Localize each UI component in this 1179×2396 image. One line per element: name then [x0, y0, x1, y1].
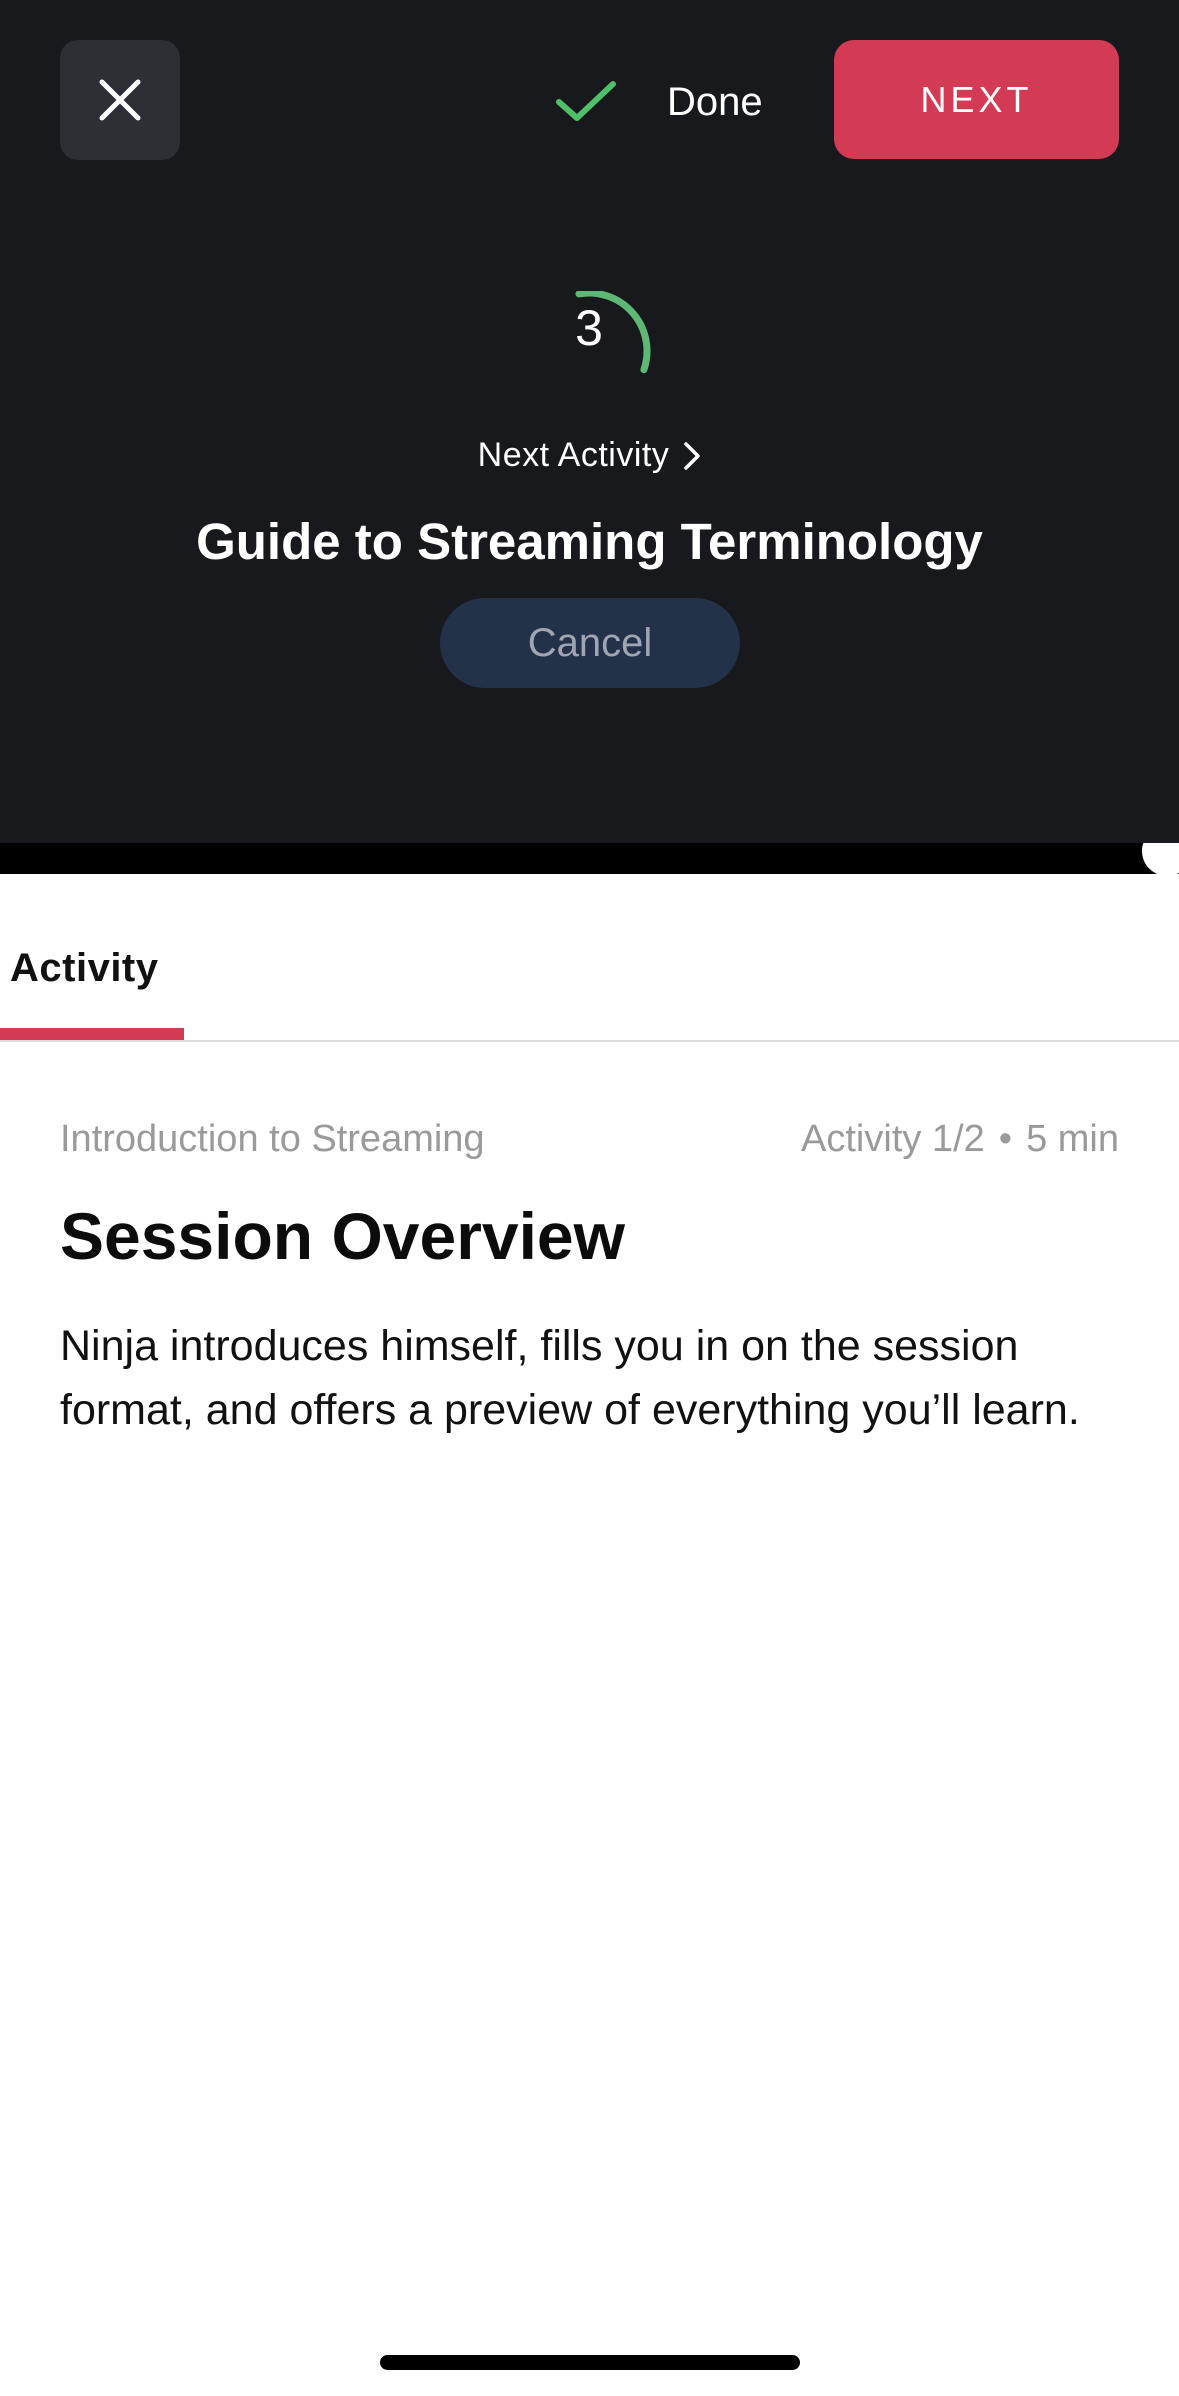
tab-active-indicator [0, 1028, 184, 1040]
done-button[interactable]: Done [555, 70, 763, 134]
check-icon [556, 81, 616, 121]
tab-activity[interactable]: Activity [0, 874, 184, 1040]
activity-progress-duration: Activity 1/2 • 5 min [801, 1118, 1119, 1161]
activity-meta: Introduction to Streaming Activity 1/2 • 5… [60, 1118, 1119, 1161]
course-name: Introduction to Streaming [60, 1118, 485, 1160]
activity-position: Activity 1/2 [801, 1118, 985, 1160]
next-activity-label: Next Activity [477, 436, 670, 474]
session-description: Ninja introduces himself, fills you in o… [60, 1322, 1080, 1434]
meta-separator: • [998, 1118, 1013, 1160]
countdown-number: 3 [575, 300, 603, 356]
tab-activity-label: Activity [10, 946, 159, 990]
session-title: Session Overview [60, 1199, 625, 1273]
home-indicator[interactable] [380, 2355, 800, 2370]
next-button[interactable]: NEXT [834, 40, 1119, 159]
up-next-overlay: Done NEXT 3 Next Activity Guide to Strea… [0, 0, 1179, 843]
done-label: Done [667, 79, 763, 124]
chevron-right-icon [683, 441, 701, 471]
next-activity-link[interactable]: Next Activity [0, 436, 1179, 475]
close-icon [99, 79, 141, 121]
cancel-button[interactable]: Cancel [440, 598, 740, 688]
tab-bar: Activity [0, 874, 1179, 1042]
close-button[interactable] [60, 40, 180, 160]
next-activity-title: Guide to Streaming Terminology [196, 513, 983, 570]
activity-duration: 5 min [1026, 1118, 1119, 1160]
countdown-timer: 3 [529, 291, 679, 441]
